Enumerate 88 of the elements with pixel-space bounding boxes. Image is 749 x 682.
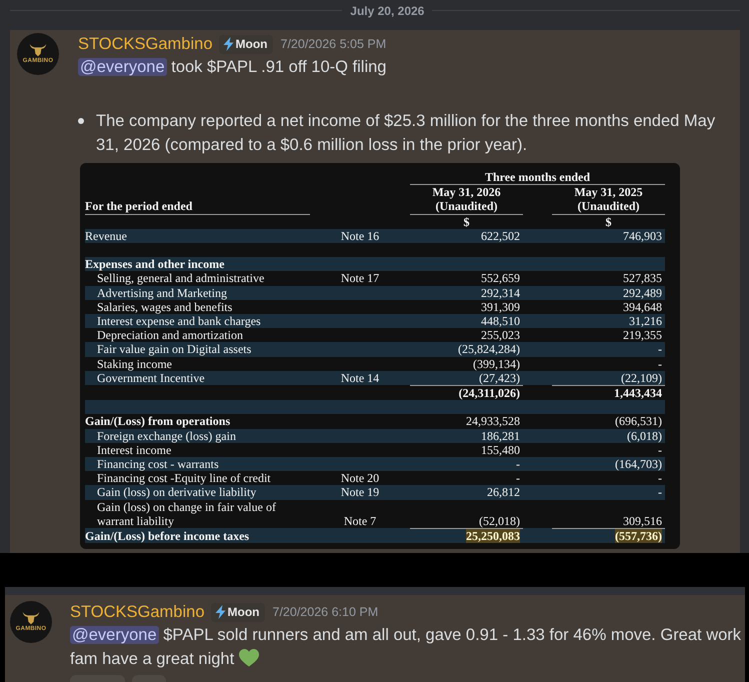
row-label: Advertising and Marketing bbox=[97, 286, 227, 300]
row-label: Depreciation and amortization bbox=[97, 328, 243, 342]
row-label: Interest income bbox=[97, 442, 172, 457]
amount: 31,216 bbox=[629, 314, 662, 328]
role-name: Moon bbox=[228, 604, 260, 621]
amount: 746,903 bbox=[623, 228, 662, 243]
row-label: Government Incentive bbox=[97, 370, 205, 385]
amount: (25,824,284) bbox=[458, 342, 520, 356]
row-label: Gain (loss) on change in fair value of warrant liability bbox=[97, 500, 276, 528]
date-divider-label: July 20, 2026 bbox=[350, 4, 424, 18]
lightning-icon bbox=[222, 37, 234, 51]
amount: 1,443,434 bbox=[614, 386, 662, 400]
amount: 292,314 bbox=[481, 286, 520, 300]
username[interactable]: STOCKSGambino bbox=[78, 33, 212, 55]
row-label: Gain/(Loss) before income taxes bbox=[85, 529, 250, 544]
amount: 552,659 bbox=[481, 271, 520, 286]
row-label: Financing cost -Equity line of credit bbox=[97, 471, 271, 486]
bull-icon bbox=[29, 43, 47, 57]
currency-label: $ bbox=[464, 214, 470, 229]
heart-icon bbox=[238, 649, 259, 668]
username[interactable]: STOCKSGambino bbox=[70, 601, 204, 624]
note-reference: Note 17 bbox=[340, 271, 380, 286]
amount: 24,933,528 bbox=[466, 414, 520, 428]
amount: 26,812 bbox=[487, 485, 520, 500]
amount: 25,250,083 bbox=[466, 529, 520, 544]
row-label: Fair value gain on Digital assets bbox=[97, 342, 252, 356]
row-label: Financing cost - warrants bbox=[97, 457, 219, 472]
mention-link[interactable]: @everyone bbox=[78, 58, 167, 76]
amount: (6,018) bbox=[627, 428, 662, 443]
row-label: Expenses and other income bbox=[85, 257, 224, 272]
note-reference: Note 19 bbox=[340, 485, 380, 500]
amount: 219,355 bbox=[623, 328, 662, 342]
amount: (557,736) bbox=[615, 529, 662, 544]
row-label: Gain/(Loss) from operations bbox=[85, 414, 230, 428]
row-label: Interest expense and bank charges bbox=[97, 314, 261, 328]
amount: 309,516 bbox=[623, 514, 662, 528]
note-reference: Note 16 bbox=[340, 228, 380, 243]
column-status: (Unaudited) bbox=[434, 199, 498, 214]
bull-icon bbox=[22, 611, 40, 626]
amount: 622,502 bbox=[481, 228, 520, 243]
lightning-icon bbox=[214, 605, 226, 620]
amount: - bbox=[658, 342, 662, 356]
amount: (22,109) bbox=[621, 370, 662, 385]
amount: 527,835 bbox=[623, 271, 662, 286]
role-name: Moon bbox=[236, 36, 268, 52]
row-label: Revenue bbox=[85, 228, 127, 243]
row-label: Staking income bbox=[97, 356, 172, 371]
amount: 448,510 bbox=[481, 314, 520, 328]
amount: (164,703) bbox=[615, 457, 662, 472]
period-label: For the period ended bbox=[85, 199, 192, 214]
amount: - bbox=[658, 356, 662, 371]
message-text: @everyone $PAPL sold runners and am all out, gave 0.91 - 1.33 for 46% move. Great work fam have a great night bbox=[70, 625, 742, 670]
message-text: @everyone took $PAPL .91 off 10-Q filing bbox=[78, 57, 388, 78]
note-reference: Note 14 bbox=[340, 370, 380, 385]
amount: - bbox=[658, 442, 662, 457]
amount: (52,018) bbox=[479, 514, 520, 528]
amount: - bbox=[658, 471, 662, 486]
amount: (24,311,026) bbox=[458, 386, 520, 400]
amount: - bbox=[516, 457, 520, 472]
amount: 155,480 bbox=[481, 442, 520, 457]
timestamp: 7/20/2026 6:10 PM bbox=[272, 605, 378, 620]
amount: (696,531) bbox=[615, 414, 662, 428]
amount: 292,489 bbox=[623, 286, 662, 300]
row-label: Salaries, wages and benefits bbox=[97, 300, 232, 314]
row-label: Foreign exchange (loss) gain bbox=[97, 428, 236, 443]
row-label: Gain (loss) on derivative liability bbox=[97, 485, 256, 500]
timestamp: 7/20/2026 5:05 PM bbox=[280, 37, 386, 51]
amount: (27,423) bbox=[479, 370, 520, 385]
amount: - bbox=[658, 485, 662, 500]
column-date: May 31, 2025 bbox=[573, 185, 644, 200]
amount: (399,134) bbox=[473, 356, 520, 371]
role-badge[interactable]: Moon bbox=[218, 34, 272, 54]
amount: 255,023 bbox=[481, 328, 520, 342]
amount: 186,281 bbox=[481, 428, 520, 443]
currency-label: $ bbox=[606, 214, 612, 229]
mention-link[interactable]: @everyone bbox=[70, 626, 159, 644]
role-badge[interactable]: Moon bbox=[210, 602, 264, 622]
note-reference: Note 20 bbox=[340, 471, 380, 486]
amount: 391,309 bbox=[481, 300, 520, 314]
bullet-text: The company reported a net income of $25.3 million for the three months ended May 31, 2026 (compared to a $0.6 million loss in the prior year). bbox=[96, 111, 716, 156]
note-reference: Note 7 bbox=[344, 514, 376, 528]
column-date: May 31, 2026 bbox=[431, 185, 502, 200]
bullet-icon bbox=[78, 118, 84, 124]
row-label: Selling, general and administrative bbox=[97, 271, 264, 286]
amount: 394,648 bbox=[623, 300, 662, 314]
column-group-header: Three months ended bbox=[484, 170, 590, 184]
amount: - bbox=[516, 471, 520, 486]
column-status: (Unaudited) bbox=[576, 199, 640, 214]
